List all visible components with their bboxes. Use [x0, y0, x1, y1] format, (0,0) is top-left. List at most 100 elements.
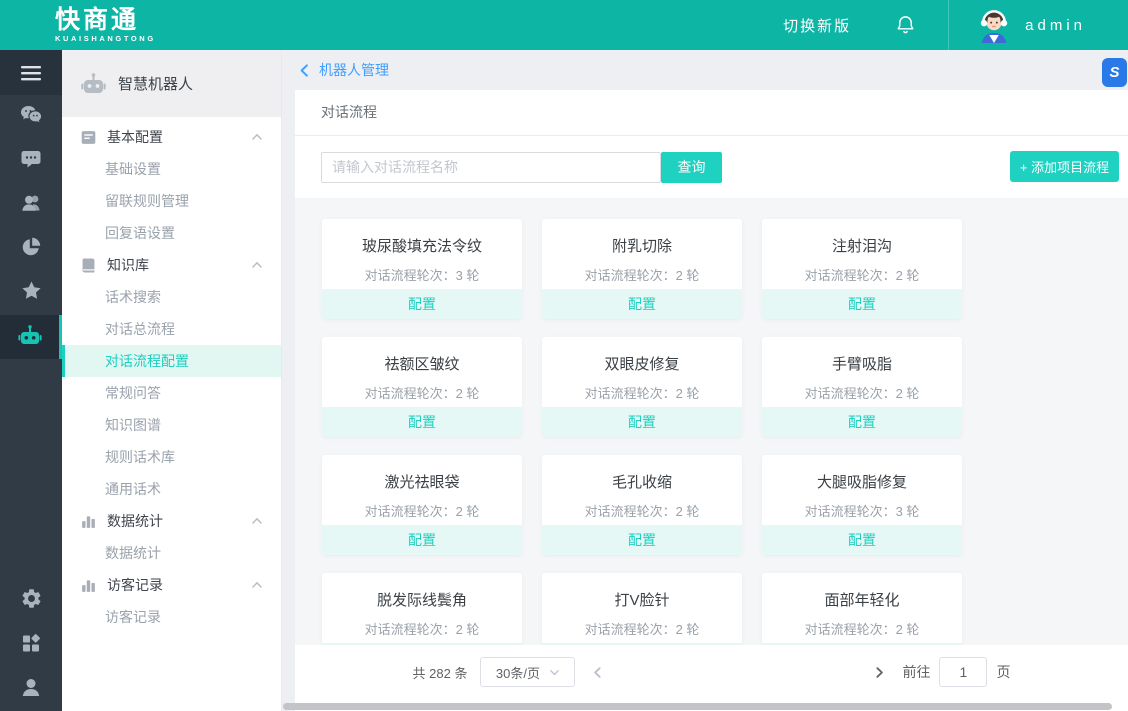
sidebar-menu-row[interactable]: 基础设置 — [62, 153, 281, 185]
page-number[interactable] — [770, 658, 797, 686]
flow-card-title: 附乳切除 — [542, 235, 742, 256]
page-numbers — [620, 658, 857, 686]
search-input[interactable] — [321, 152, 661, 183]
flow-card: 毛孔收缩 对话流程轮次：2 轮 配置 — [542, 455, 742, 555]
sidebar-menu-row[interactable]: 基本配置 — [62, 121, 281, 153]
page-number[interactable] — [740, 658, 767, 686]
prev-page-button[interactable] — [588, 666, 607, 679]
top-bar: 快商通 KUAISHANGTONG 切换新版 admin — [0, 0, 1128, 50]
flow-card-title: 面部年轻化 — [762, 589, 962, 610]
flow-card-rounds: 对话流程轮次：2 轮 — [762, 619, 962, 638]
star-icon — [20, 280, 43, 307]
main-area: 机器人管理 对话流程 查询 + 添加项目流程 玻尿酸填充法令纹 对话流程轮次：3… — [282, 50, 1128, 711]
sidebar-menu-row[interactable]: 对话流程配置 — [62, 345, 281, 377]
flow-card: 激光祛眼袋 对话流程轮次：2 轮 配置 — [322, 455, 522, 555]
robot-head-icon — [80, 71, 107, 97]
flow-card-title: 手臂吸脂 — [762, 353, 962, 374]
add-flow-button[interactable]: + 添加项目流程 — [1010, 151, 1119, 182]
username[interactable]: admin — [1025, 17, 1086, 34]
rail-nav-item[interactable] — [0, 667, 62, 711]
configure-link[interactable]: 配置 — [322, 407, 522, 437]
rail-nav-item[interactable] — [0, 623, 62, 667]
flow-card-title: 激光祛眼袋 — [322, 471, 522, 492]
goto-label: 前往 — [902, 662, 930, 682]
configure-link[interactable]: 配置 — [762, 289, 962, 319]
sidebar-menu-row[interactable]: 通用话术 — [62, 473, 281, 505]
avatar[interactable] — [975, 6, 1013, 44]
chevron-up-icon[interactable] — [251, 579, 263, 591]
rail-nav-item[interactable] — [0, 315, 62, 359]
toolbar: 查询 + 添加项目流程 — [295, 136, 1128, 198]
goto-page-input[interactable] — [939, 657, 987, 687]
gear-icon — [20, 587, 43, 615]
rail-nav-item[interactable] — [0, 271, 62, 315]
sidebar-menu-row[interactable]: 访客记录 — [62, 601, 281, 633]
icon-rail-bottom — [0, 579, 62, 711]
sidebar-menu-row[interactable]: 常规问答 — [62, 377, 281, 409]
configure-link[interactable]: 配置 — [542, 289, 742, 319]
sidebar-header: 智慧机器人 — [62, 50, 281, 117]
page-number[interactable] — [710, 658, 737, 686]
page-number[interactable] — [830, 658, 857, 686]
bar-chart-icon — [80, 513, 97, 530]
configure-link[interactable]: 配置 — [322, 525, 522, 555]
switch-version-link[interactable]: 切换新版 — [783, 15, 851, 36]
chevron-down-icon — [549, 667, 560, 678]
sidebar-menu-row[interactable]: 数据统计 — [62, 505, 281, 537]
page-size-select[interactable]: 30条/页 — [480, 657, 575, 687]
form-icon — [80, 129, 97, 146]
rail-nav-item[interactable] — [0, 579, 62, 623]
bell-icon[interactable] — [895, 14, 916, 36]
breadcrumb[interactable]: 机器人管理 — [282, 50, 1128, 90]
sidebar-menu-row[interactable]: 知识库 — [62, 249, 281, 281]
configure-link[interactable]: 配置 — [762, 407, 962, 437]
chevron-up-icon[interactable] — [251, 259, 263, 271]
sidebar: 智慧机器人 基本配置 基础设置 留联规则管理 回复语设置 — [62, 50, 282, 711]
sidebar-header-label: 智慧机器人 — [118, 73, 193, 94]
kst-logo-badge[interactable]: S — [1102, 58, 1127, 87]
next-page-button[interactable] — [870, 666, 889, 679]
page-number[interactable] — [680, 658, 707, 686]
flow-card-rounds: 对话流程轮次：2 轮 — [542, 265, 742, 284]
flow-card: 手臂吸脂 对话流程轮次：2 轮 配置 — [762, 337, 962, 437]
configure-link[interactable]: 配置 — [322, 289, 522, 319]
configure-link[interactable]: 配置 — [762, 525, 962, 555]
sidebar-menu-row[interactable]: 留联规则管理 — [62, 185, 281, 217]
flow-card-title: 玻尿酸填充法令纹 — [322, 235, 522, 256]
flow-card-rounds: 对话流程轮次：2 轮 — [322, 619, 522, 638]
bar-chart-icon — [80, 577, 97, 594]
flow-card-rounds: 对话流程轮次：2 轮 — [322, 501, 522, 520]
sidebar-menu-row[interactable]: 话术搜索 — [62, 281, 281, 313]
flow-card: 双眼皮修复 对话流程轮次：2 轮 配置 — [542, 337, 742, 437]
flow-card-rounds: 对话流程轮次：3 轮 — [762, 501, 962, 520]
sidebar-menu-row[interactable]: 访客记录 — [62, 569, 281, 601]
chevron-up-icon[interactable] — [251, 515, 263, 527]
sidebar-menu-row[interactable]: 知识图谱 — [62, 409, 281, 441]
horizontal-scrollbar-thumb[interactable] — [283, 703, 1112, 710]
flow-card-rounds: 对话流程轮次：2 轮 — [542, 383, 742, 402]
goto-unit: 页 — [996, 662, 1010, 682]
rail-nav-item[interactable] — [0, 183, 62, 227]
configure-link[interactable]: 配置 — [542, 407, 742, 437]
page-number[interactable] — [650, 658, 677, 686]
rail-nav-item[interactable] — [0, 139, 62, 183]
icon-rail-top — [0, 95, 62, 359]
search-button[interactable]: 查询 — [661, 152, 722, 183]
rail-nav-item[interactable] — [0, 227, 62, 271]
sidebar-menu-row[interactable]: 回复语设置 — [62, 217, 281, 249]
kuaishangtong-logo[interactable]: 快商通 KUAISHANGTONG — [55, 8, 156, 43]
users-icon — [20, 192, 43, 219]
chevron-up-icon[interactable] — [251, 131, 263, 143]
logo-subtitle: KUAISHANGTONG — [55, 35, 156, 43]
rail-nav-item[interactable] — [0, 95, 62, 139]
book-icon — [80, 257, 97, 274]
flow-card-title: 双眼皮修复 — [542, 353, 742, 374]
configure-link[interactable]: 配置 — [542, 525, 742, 555]
sidebar-menu-row[interactable]: 数据统计 — [62, 537, 281, 569]
flow-card-title: 脱发际线鬓角 — [322, 589, 522, 610]
sidebar-menu-row[interactable]: 对话总流程 — [62, 313, 281, 345]
hamburger-icon[interactable] — [0, 50, 62, 95]
page-number[interactable] — [620, 658, 647, 686]
page-number[interactable] — [800, 658, 827, 686]
sidebar-menu-row[interactable]: 规则话术库 — [62, 441, 281, 473]
